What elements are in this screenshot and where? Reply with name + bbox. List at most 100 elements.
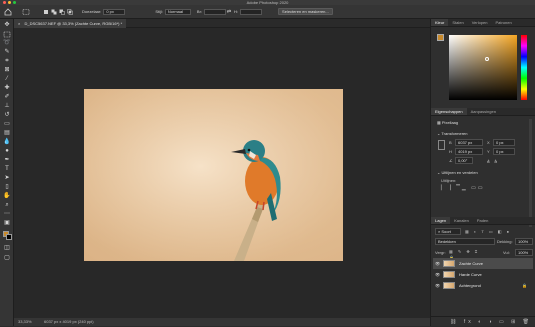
history-brush-tool-icon[interactable]: ↺ [3,112,11,119]
visibility-eye-icon[interactable]: 👁 [435,272,440,277]
intersect-selection-icon[interactable] [66,8,74,16]
new-selection-icon[interactable] [42,8,50,16]
layer-row[interactable]: 👁 Zachte Curve [433,258,533,269]
style-select[interactable]: Normaal [164,8,191,15]
swap-dimensions-icon[interactable]: ⇄ [226,8,232,16]
right-panels: Kleur Stalen Verlopen Patronen Eigenscha… [430,19,535,326]
fill-field[interactable]: 100% [515,249,533,256]
marquee-tool-icon[interactable] [3,31,11,38]
blur-tool-icon[interactable]: 💧 [3,139,11,146]
opacity-field[interactable]: 100% [515,238,533,245]
add-selection-icon[interactable] [50,8,58,16]
pen-tool-icon[interactable]: ✒ [3,157,11,164]
fill-label: Vul: [503,250,510,255]
subtract-selection-icon[interactable] [58,8,66,16]
tools-panel: ✥ ➰ ✎ ⌗ ⊠ ⁄ ✚ ✐ ⊥ ↺ ▭ ▤ 💧 ● ✒ T ➤ ▯ ✋ ⌕ … [0,19,14,326]
path-selection-tool-icon[interactable]: ➤ [3,175,11,182]
foreground-color-swatch-panel[interactable] [437,34,444,41]
width-input[interactable] [204,8,227,15]
clone-stamp-tool-icon[interactable]: ⊥ [3,103,11,110]
hand-tool-icon[interactable]: ✋ [3,193,11,200]
align-distribute-header[interactable]: ⌄ Uitlijnen en verdelen [437,170,478,175]
width-label: Br: [196,9,203,14]
tab-aanpassingen[interactable]: Aanpassingen [467,108,500,115]
align-label: Uitlijnen: [441,178,457,183]
options-bar: Doezelaar: 0 px Stijl: Normaal Br: ⇄ H: … [0,5,535,19]
dodge-tool-icon[interactable]: ● [3,148,11,155]
lasso-tool-icon[interactable]: ➰ [3,40,11,47]
lock-icon: 🔒 [522,283,527,288]
document-dimensions[interactable]: 6037 px x 4019 px (240 ppi) [44,318,94,326]
width-field[interactable]: 6037 px [455,139,483,146]
more-tools-icon[interactable]: ⋯ [3,211,11,218]
layer-name[interactable]: Zachte Curve [459,258,483,269]
quick-mask-icon[interactable]: ◫ [3,245,11,252]
link-dimensions-icon[interactable] [438,140,445,150]
layers-footer-icons[interactable]: ⛓ fx ◐ ◑ ▭ ⊞ 🗑 [431,316,535,326]
screen-mode-icon[interactable]: ▢ [3,255,11,262]
color-picker-field[interactable] [449,35,517,100]
move-tool-icon[interactable]: ✥ [3,22,11,29]
document-tab[interactable]: × D_DSC5637.NEF @ 33,3% (Zachte Curve, R… [14,19,127,28]
tab-stalen[interactable]: Stalen [448,19,467,26]
tab-kanalen[interactable]: Kanalen [450,217,473,224]
layer-filter-select[interactable]: ⌕ Soort [435,228,461,235]
tab-lagen[interactable]: Lagen [431,217,451,224]
layer-name[interactable]: Harde Curve [459,269,482,280]
close-document-icon[interactable]: × [18,21,20,26]
tab-paden[interactable]: Paden [473,217,493,224]
visibility-eye-icon[interactable]: 👁 [435,261,440,266]
zoom-tool-icon[interactable]: ⌕ [3,202,11,209]
pixel-layer-label: ▦ Pixellaag [437,120,459,125]
blend-mode-select[interactable]: Bedekken [435,238,495,245]
eraser-tool-icon[interactable]: ▭ [3,121,11,128]
document-image[interactable] [84,89,343,261]
tab-patronen[interactable]: Patronen [491,19,515,26]
tab-kleur[interactable]: Kleur [431,19,449,26]
height-input[interactable] [240,8,263,15]
hue-slider[interactable] [521,35,527,100]
layer-row[interactable]: 👁 Harde Curve [433,269,533,280]
opacity-label: Dekking: [497,239,513,244]
healing-brush-tool-icon[interactable]: ✚ [3,85,11,92]
crop-tool-icon[interactable]: ⌗ [3,58,11,65]
x-field[interactable]: 0 px [493,139,515,146]
background-color-swatch[interactable] [6,234,12,240]
edit-toolbar-icon[interactable]: ▣ [3,220,11,227]
properties-panel-tabs: Eigenschappen Aanpassingen [431,108,535,116]
zoom-level[interactable]: 33,33% [18,318,32,326]
layer-row[interactable]: 👁 Achtergrond 🔒 [433,280,533,291]
tab-verlopen[interactable]: Verlopen [468,19,492,26]
color-picker-cursor[interactable] [485,57,489,61]
eyedropper-tool-icon[interactable]: ⁄ [3,76,11,83]
brush-tool-icon[interactable]: ✐ [3,94,11,101]
height-label: H [449,149,452,154]
rectangle-tool-icon[interactable]: ▯ [3,184,11,191]
height-field[interactable]: 4019 px [455,148,483,155]
layer-name[interactable]: Achtergrond [459,280,481,291]
tab-eigenschappen[interactable]: Eigenschappen [431,108,467,115]
lock-options-icons[interactable]: ▦ ✎ ✥ ⌗ 🔒 [449,249,489,260]
layer-filter-icons[interactable]: ▦ ◐ T ▭ ◧ ● [465,229,525,235]
angle-field[interactable]: 0,00° [455,157,473,164]
flip-horizontal-icon[interactable]: ◭ [487,158,490,163]
lock-label: Vergr: [435,250,446,255]
document-tabs: × D_DSC5637.NEF @ 33,3% (Zachte Curve, R… [14,19,430,28]
color-panel-tabs: Kleur Stalen Verlopen Patronen [431,19,535,27]
type-tool-icon[interactable]: T [3,166,11,173]
flip-vertical-icon[interactable]: ◮ [494,158,497,163]
transform-header[interactable]: ⌄ Transformeren [437,131,467,136]
feather-input[interactable]: 0 px [103,8,126,15]
properties-scrollbar[interactable] [529,119,532,227]
y-field[interactable]: 0 px [493,148,515,155]
select-and-mask-button[interactable]: Selecteren en maskeren... [278,8,333,15]
marquee-tool-preset-icon[interactable] [22,8,30,16]
visibility-eye-icon[interactable]: 👁 [435,283,440,288]
gradient-tool-icon[interactable]: ▤ [3,130,11,137]
frame-tool-icon[interactable]: ⊠ [3,67,11,74]
align-buttons-icon[interactable]: ▏▕ ▔▁ ▭▭ [441,185,499,191]
angle-icon: ∠ [449,158,453,163]
quick-selection-tool-icon[interactable]: ✎ [3,49,11,56]
x-label: X [487,140,490,145]
home-icon[interactable] [4,7,12,16]
